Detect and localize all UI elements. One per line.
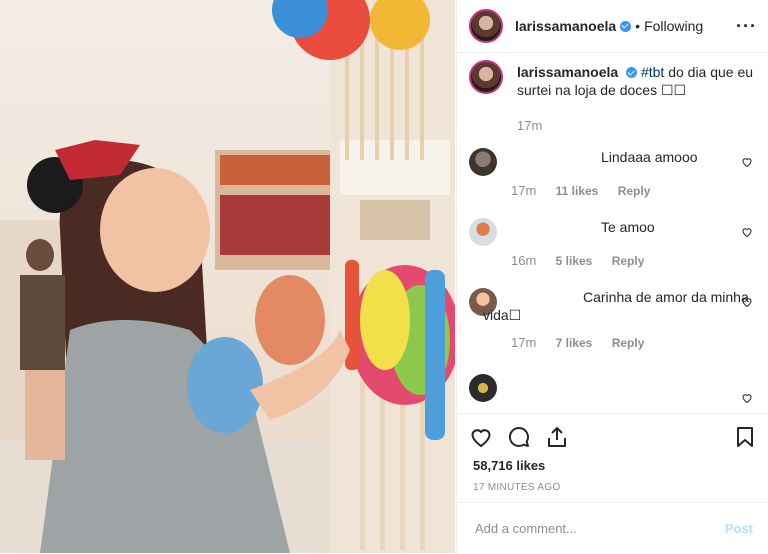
post-comment-button[interactable]: Post [725, 521, 753, 536]
comment-likes[interactable]: 11 likes [556, 184, 599, 198]
comment-item: Te amoo 16m 5 likes Reply [469, 218, 757, 288]
comment-time[interactable]: 16m [511, 253, 536, 268]
verified-badge-icon [626, 67, 638, 78]
avatar[interactable] [469, 9, 503, 43]
comment-body: Lindaaa amooo 17m 11 likes Reply [511, 148, 757, 218]
caption-body: larissamanoela #tbt do dia que eu surtei… [517, 63, 757, 148]
reply-button[interactable]: Reply [612, 254, 645, 268]
comment-body: Te amoo 16m 5 likes Reply [511, 218, 757, 288]
verified-badge-icon [620, 20, 632, 32]
heart-icon[interactable] [469, 425, 493, 449]
reply-button[interactable]: Reply [618, 184, 651, 198]
hashtag-link[interactable]: #tbt [641, 64, 664, 80]
comment-body [511, 374, 757, 412]
post-time-ago[interactable]: 17 MINUTES AGO [473, 482, 561, 493]
comment-like-heart-icon[interactable] [741, 296, 753, 308]
caption-avatar[interactable] [469, 60, 503, 94]
comment-item: Lindaaa amooo 17m 11 likes Reply [469, 148, 757, 218]
photo-illustration [0, 0, 455, 553]
caption-time[interactable]: 17m [517, 118, 542, 133]
comment-item: Carinha de amor da minha vida☐ 17m 7 lik… [469, 288, 757, 374]
likes-count[interactable]: 58,716 likes [473, 458, 545, 473]
comment-like-heart-icon[interactable] [741, 156, 753, 168]
post-header: larissamanoela • Following ··· [457, 0, 768, 53]
reply-button[interactable]: Reply [612, 336, 645, 350]
instagram-post-modal: larissamanoela • Following ··· larissama… [0, 0, 768, 553]
action-bar [469, 422, 757, 452]
comment-text: Carinha de amor da minha vida☐ [483, 289, 749, 323]
separator-dot: • [635, 18, 641, 34]
commenter-avatar[interactable] [469, 374, 497, 402]
caption: larissamanoela #tbt do dia que eu surtei… [469, 60, 757, 148]
divider [457, 413, 768, 414]
comment-icon[interactable] [507, 425, 531, 449]
comment-text: Lindaaa amooo [601, 149, 698, 165]
username-link[interactable]: larissamanoela [515, 18, 616, 34]
more-horizontal-icon[interactable]: ··· [736, 16, 757, 37]
comment-likes[interactable]: 5 likes [556, 254, 593, 268]
comments-list[interactable]: larissamanoela #tbt do dia que eu surtei… [469, 60, 757, 412]
comment-time[interactable]: 17m [511, 335, 536, 350]
comment-likes[interactable]: 7 likes [556, 336, 593, 350]
caption-username[interactable]: larissamanoela [517, 64, 618, 80]
add-comment-input[interactable] [473, 520, 725, 537]
add-comment-bar: Post [457, 502, 768, 554]
comment-like-heart-icon[interactable] [741, 226, 753, 238]
comment-body: Carinha de amor da minha vida☐ 17m 7 lik… [483, 288, 757, 374]
comment-time[interactable]: 17m [511, 183, 536, 198]
post-side-panel: larissamanoela • Following ··· larissama… [456, 0, 768, 553]
post-photo[interactable] [0, 0, 455, 553]
comment-item [469, 374, 757, 412]
share-icon[interactable] [545, 425, 569, 449]
commenter-avatar[interactable] [469, 218, 497, 246]
comment-like-heart-icon[interactable] [741, 392, 753, 404]
bookmark-icon[interactable] [733, 425, 757, 449]
commenter-avatar[interactable] [469, 148, 497, 176]
follow-status-button[interactable]: Following [644, 18, 703, 34]
comment-text: Te amoo [601, 219, 655, 235]
